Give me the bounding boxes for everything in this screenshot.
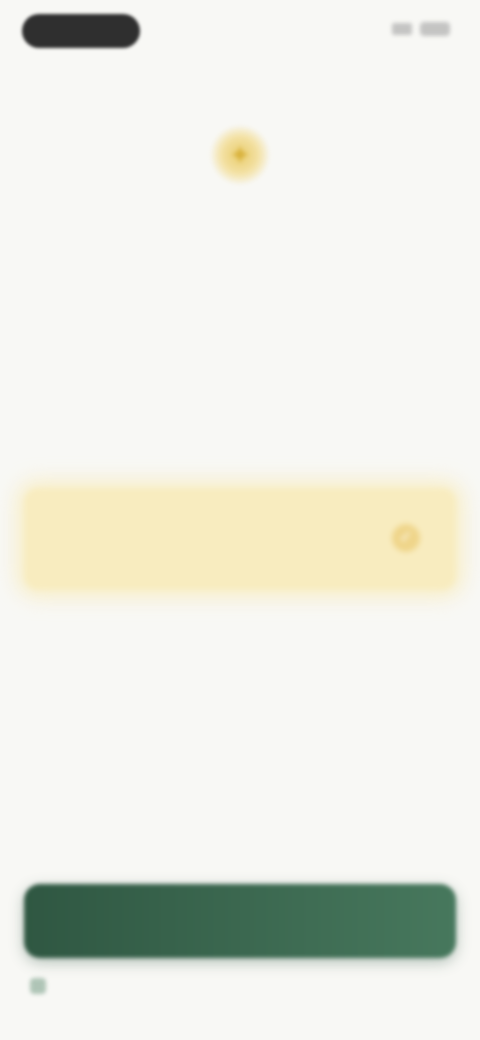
sparkle-icon: ✦ bbox=[211, 126, 269, 184]
status-bar bbox=[0, 0, 480, 64]
battery-icon bbox=[420, 22, 450, 36]
signal-icon bbox=[392, 23, 412, 35]
time-pill bbox=[22, 14, 140, 48]
answer-option-3-selected[interactable]: ✓ bbox=[24, 488, 456, 590]
footer bbox=[30, 978, 56, 994]
footer-icon bbox=[30, 978, 46, 994]
continue-button[interactable] bbox=[24, 884, 456, 958]
check-icon: ✓ bbox=[392, 524, 420, 552]
status-icons bbox=[392, 22, 450, 36]
